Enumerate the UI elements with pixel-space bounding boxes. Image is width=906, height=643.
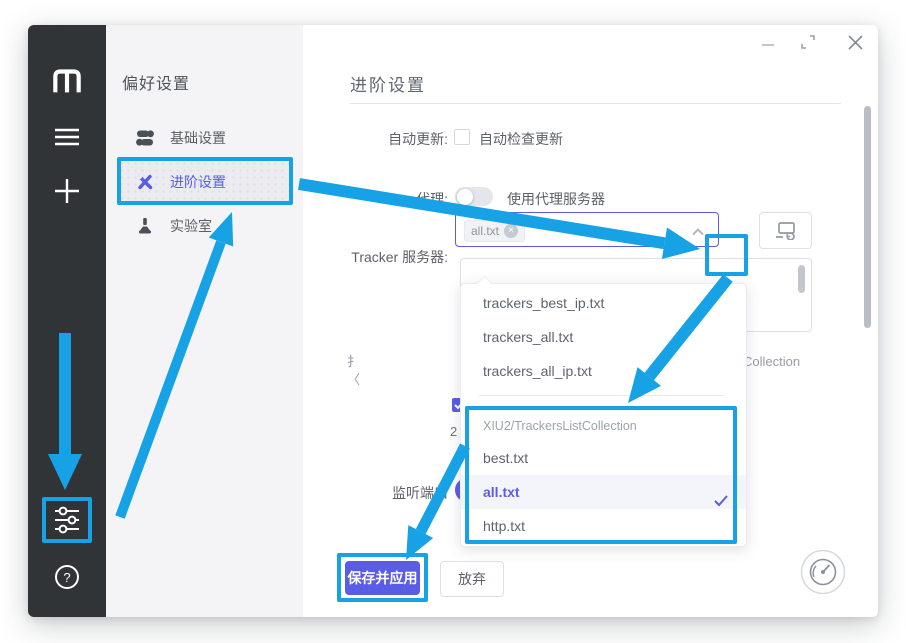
tracker-server-label: Tracker 服务器:	[308, 247, 448, 267]
interval-fragment: 2	[450, 424, 457, 439]
window-scrollbar[interactable]	[864, 106, 871, 328]
auto-update-label: 自动更新:	[308, 129, 448, 149]
sidebar-item-label: 基础设置	[170, 128, 226, 148]
dropdown-item-selected[interactable]: all.txt	[461, 475, 746, 509]
sidebar-item-basic-settings[interactable]: 基础设置	[118, 116, 290, 159]
minimize-button[interactable]	[760, 37, 776, 53]
preferences-icon[interactable]	[28, 504, 106, 536]
sidebar-item-label: 实验室	[170, 216, 212, 236]
task-list-icon[interactable]	[28, 125, 106, 149]
proxy-option-label: 使用代理服务器	[507, 189, 605, 209]
sidebar-item-label: 进阶设置	[170, 172, 226, 192]
motrix-preferences-window: ? 偏好设置 基础设置 进阶设置	[28, 25, 878, 617]
lab-stamp-icon	[136, 217, 154, 235]
toggles-icon	[136, 129, 154, 147]
dropdown-group-label: XIU2/TrackersListCollection	[483, 419, 637, 433]
svg-text:?: ?	[63, 570, 70, 585]
chevron-up-icon[interactable]	[692, 223, 704, 241]
sidebar-item-lab[interactable]: 实验室	[118, 204, 290, 247]
app-sidebar: ?	[28, 25, 106, 617]
help-text-fragment: 〈	[347, 369, 360, 388]
divider	[350, 103, 841, 104]
auto-update-checkbox[interactable]	[454, 129, 470, 145]
listen-port-label: 监听端口	[308, 483, 448, 503]
tag-remove-icon[interactable]: ×	[504, 224, 518, 238]
dropdown-item[interactable]: http.txt	[461, 509, 746, 543]
maximize-button[interactable]	[800, 34, 816, 50]
help-icon[interactable]: ?	[28, 563, 106, 591]
dropdown-item[interactable]: best.txt	[461, 441, 746, 475]
tracker-server-input[interactable]: all.txt ×	[455, 212, 719, 247]
preferences-sidebar: 偏好设置 基础设置 进阶设置	[106, 25, 303, 617]
proxy-label: 代理:	[308, 189, 448, 209]
advanced-settings-panel: 进阶设置 自动更新: 自动检查更新 代理: 使用代理服务器 Tracker 服务…	[303, 25, 878, 617]
speed-gauge-icon[interactable]	[800, 549, 846, 595]
textarea-scrollbar[interactable]	[798, 265, 805, 293]
dropdown-item[interactable]: trackers_best_ip.txt	[461, 286, 746, 320]
preferences-title: 偏好设置	[122, 70, 190, 94]
auto-update-option-label: 自动检查更新	[479, 129, 563, 149]
tools-icon	[136, 173, 154, 191]
dropdown-divider	[479, 395, 724, 396]
motrix-logo-icon	[28, 63, 106, 95]
add-task-icon[interactable]	[28, 178, 106, 204]
dropdown-item[interactable]: trackers_all_ip.txt	[461, 354, 746, 388]
sidebar-item-advanced-settings[interactable]: 进阶设置	[118, 160, 290, 203]
proxy-toggle[interactable]	[455, 187, 493, 206]
sync-trackers-button[interactable]	[759, 212, 812, 249]
tracker-tag-label: all.txt	[471, 224, 499, 238]
close-icon[interactable]	[847, 34, 863, 50]
selected-item-label: all.txt	[483, 484, 520, 500]
page-title: 进阶设置	[350, 71, 426, 96]
dropdown-item[interactable]: trackers_all.txt	[461, 320, 746, 354]
save-and-apply-button[interactable]: 保存并应用	[345, 561, 420, 595]
tracker-tag: all.txt ×	[464, 220, 525, 242]
discard-button[interactable]: 放弃	[440, 561, 504, 597]
tracker-source-dropdown: trackers_best_ip.txt trackers_all.txt tr…	[460, 283, 747, 547]
help-text-fragment: Collection	[743, 354, 800, 369]
help-text-fragment: 扌	[347, 351, 360, 370]
